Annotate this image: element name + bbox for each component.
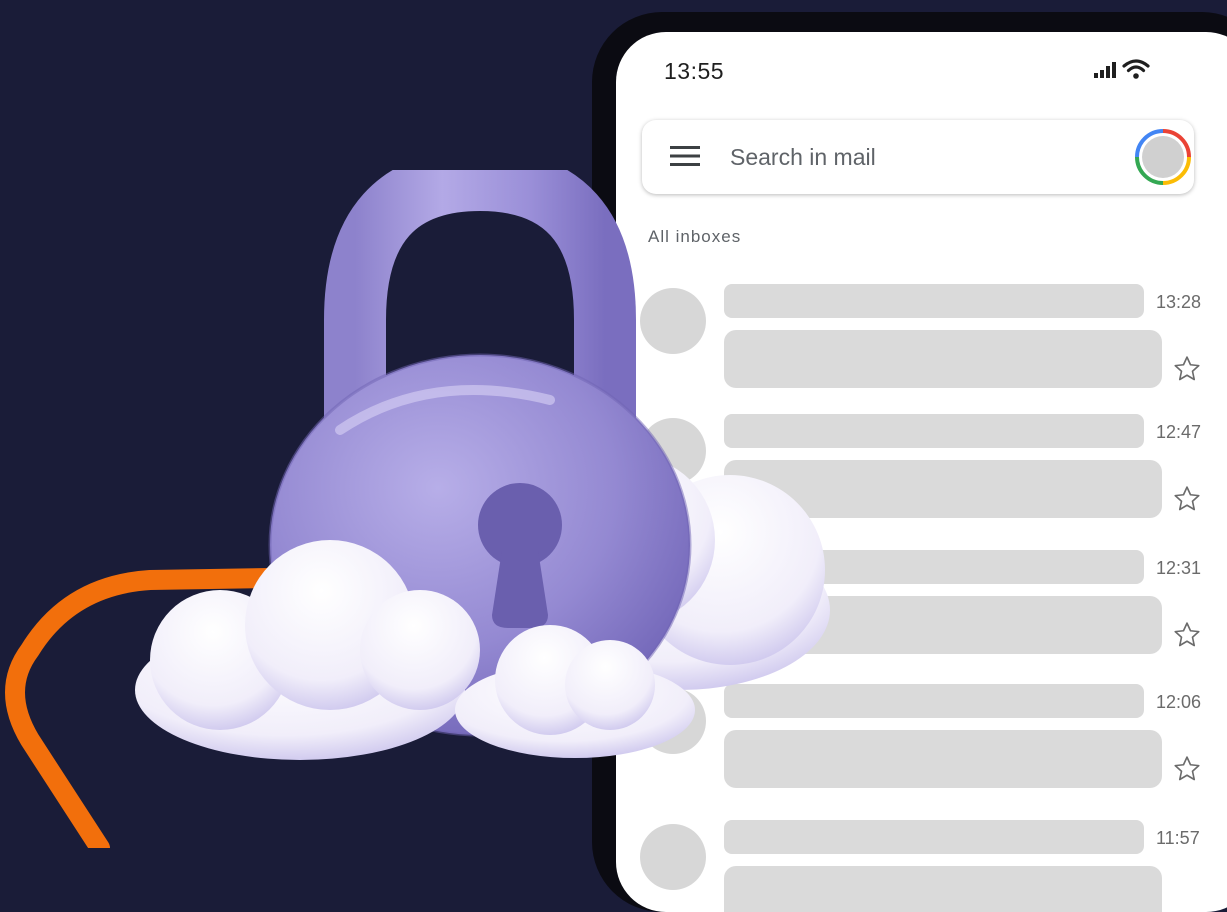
status-bar: 13:55: [616, 32, 1227, 102]
mail-time: 12:06: [1156, 692, 1202, 712]
mail-time: 11:57: [1156, 828, 1200, 848]
mail-time: 12:47: [1156, 422, 1202, 442]
sender-placeholder: [724, 820, 1144, 854]
star-icon[interactable]: [1172, 620, 1202, 650]
sender-avatar: [640, 824, 706, 890]
list-item[interactable]: 11:57: [616, 820, 1227, 912]
menu-icon[interactable]: [670, 144, 700, 168]
mail-time: 13:28: [1156, 292, 1202, 312]
star-icon[interactable]: [1172, 754, 1202, 784]
avatar[interactable]: [1134, 128, 1192, 186]
wifi-icon: [1122, 59, 1150, 79]
signal-icon: [1094, 62, 1116, 78]
mail-time: 12:31: [1156, 558, 1202, 578]
status-time: 13:55: [664, 58, 725, 84]
preview-placeholder: [724, 866, 1162, 912]
star-icon[interactable]: [1172, 484, 1202, 514]
padlock-illustration: [135, 170, 830, 760]
star-icon[interactable]: [1172, 354, 1202, 384]
search-input[interactable]: Search in mail: [730, 144, 876, 171]
